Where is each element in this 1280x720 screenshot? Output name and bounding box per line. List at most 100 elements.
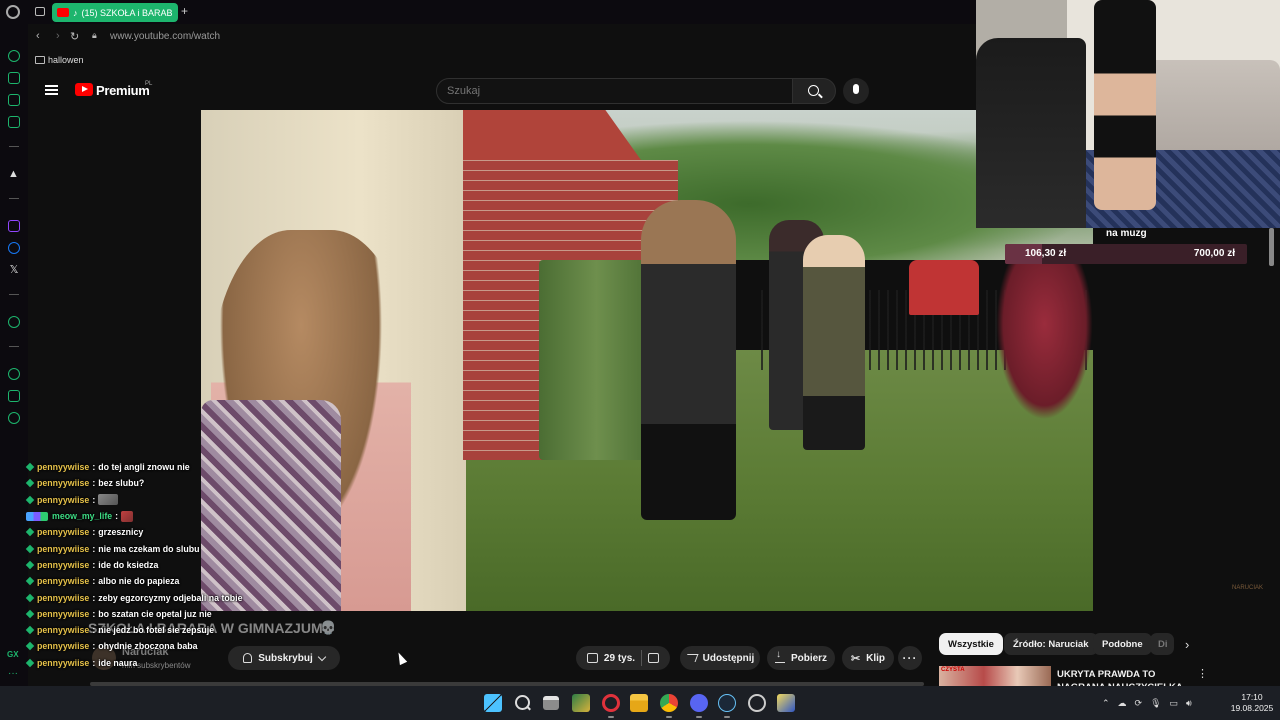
chat-text: nie jedz bo fotel sie zepsuje (98, 625, 215, 636)
thumbs-up-icon[interactable] (586, 653, 598, 663)
share-button[interactable]: Udostępnij (680, 646, 760, 670)
chat-separator: : (92, 576, 96, 587)
chip-all[interactable]: Wszystkie (939, 633, 1003, 655)
settings-gear-icon[interactable] (8, 412, 20, 424)
chat-username[interactable]: pennyywiise (37, 478, 89, 488)
chat-username[interactable]: pennyywiise (37, 527, 89, 537)
chat-badge-icon (25, 479, 35, 488)
clock-time: 17:10 (1241, 692, 1263, 702)
clip-button[interactable]: ✂ Klip (842, 646, 894, 670)
history-icon[interactable] (8, 368, 20, 380)
messenger-icon[interactable] (8, 242, 20, 254)
app-icon[interactable] (777, 694, 795, 712)
browser-tab-active[interactable]: ♪ (15) SZKOŁA i BARAB (52, 3, 178, 22)
onedrive-icon[interactable]: ☁ (1118, 698, 1127, 709)
chat-badge-icon (25, 576, 35, 586)
network-icon[interactable]: ▭ (1170, 698, 1179, 709)
lock-icon[interactable]: 🔒︎ (92, 30, 97, 41)
back-icon[interactable]: ‹ (36, 30, 40, 42)
opera-gx-logo-icon[interactable] (6, 5, 20, 19)
chip-truncated[interactable]: Di (1150, 633, 1174, 655)
chat-username[interactable]: pennyywiise (37, 495, 89, 505)
taskbar-clock[interactable]: 17:10 19.08.2025 (1228, 692, 1276, 714)
sync-icon[interactable]: ⟳ (1135, 698, 1143, 709)
browser-sidebar: ▲ 𝕏 GX ··· (0, 24, 28, 686)
more-actions-button[interactable]: ··· (898, 646, 922, 670)
windows-start-icon[interactable] (484, 694, 502, 712)
task-view-icon[interactable] (543, 696, 559, 710)
chip-source[interactable]: Źródło: Naruciak (1004, 633, 1098, 655)
chat-badge-icon (25, 495, 35, 504)
running-indicator (724, 716, 730, 718)
gx-cleaner-icon[interactable] (8, 94, 20, 106)
recommended-thumbnail[interactable]: CZYSTA (939, 666, 1051, 686)
sidebar-more-icon[interactable]: ··· (8, 668, 18, 679)
chat-username[interactable]: pennyywiise (37, 560, 89, 570)
thumbs-down-icon[interactable] (648, 653, 660, 663)
speaker-icon[interactable]: ♪ (73, 8, 78, 18)
download-button[interactable]: Pobierz (767, 646, 835, 670)
chevron-right-icon[interactable]: › (1185, 637, 1189, 652)
chip-similar[interactable]: Podobne (1093, 633, 1152, 655)
chat-username[interactable]: pennyywiise (37, 544, 89, 554)
new-tab-button[interactable]: + (181, 4, 188, 18)
twitch-icon[interactable] (8, 220, 20, 232)
thumbnail-text: CZYSTA (941, 667, 965, 673)
tab-title: (15) SZKOŁA i BARAB (81, 7, 173, 18)
reload-icon[interactable]: ↻ (70, 30, 79, 43)
search-button[interactable] (792, 78, 836, 104)
voice-search-button[interactable] (843, 78, 869, 104)
search-input[interactable] (447, 85, 747, 97)
url-field[interactable]: www.youtube.com/watch (110, 31, 220, 42)
opera-gx-icon[interactable] (602, 694, 620, 712)
chat-badge-icon (25, 609, 35, 619)
divider (641, 650, 643, 666)
steam-icon[interactable] (718, 694, 736, 712)
youtube-brand[interactable]: Premium (96, 83, 150, 98)
gx-label[interactable]: GX (7, 650, 19, 659)
chrome-icon[interactable] (660, 694, 678, 712)
search-icon (808, 85, 819, 96)
taskbar-search-icon[interactable] (514, 694, 532, 712)
volume-icon[interactable]: 🔊︎ (1186, 698, 1192, 709)
gx-control-icon[interactable] (8, 50, 20, 62)
chat-username[interactable]: meow_my_life (52, 511, 112, 521)
menu-hamburger-icon[interactable] (45, 85, 58, 95)
app-icon[interactable] (572, 694, 590, 712)
clock-date: 19.08.2025 (1230, 703, 1274, 713)
chat-message: pennyywiise: ide do ksiedza (25, 557, 346, 573)
recommended-title[interactable]: UKRYTA PRAWDA TO NAGRANA NAUCZYCIELKA (1057, 668, 1187, 686)
chat-username[interactable]: pennyywiise (37, 641, 89, 651)
bookmark-folder[interactable]: hallowen (48, 55, 84, 65)
microphone-icon[interactable]: 🎙︎ (1150, 698, 1161, 709)
chat-username[interactable]: pennyywiise (37, 462, 89, 472)
discord-icon[interactable] (690, 694, 708, 712)
player-icon[interactable] (8, 316, 20, 328)
chat-username[interactable]: pennyywiise (37, 593, 89, 603)
aria-icon[interactable]: ▲ (8, 168, 20, 180)
x-twitter-icon[interactable]: 𝕏 (8, 264, 20, 276)
clip-label: Klip (866, 652, 886, 664)
share-label: Udostępnij (702, 652, 755, 664)
chat-username[interactable]: pennyywiise (37, 576, 89, 586)
chat-badge-icon (25, 593, 35, 602)
workspaces-icon[interactable] (35, 7, 45, 16)
sidebar-scrollbar[interactable] (1269, 228, 1274, 266)
forward-icon[interactable]: › (56, 30, 60, 42)
kebab-menu-icon[interactable]: ⋮ (1197, 667, 1208, 680)
chat-username[interactable]: pennyywiise (37, 609, 89, 619)
chat-badge-icon (25, 528, 35, 537)
chat-username[interactable]: pennyywiise (37, 625, 89, 635)
region-label: PL (145, 81, 153, 87)
gx-corner-icon[interactable] (8, 72, 20, 84)
chevron-up-icon[interactable]: ⌃ (1102, 698, 1110, 709)
chat-message: pennyywiise: bez slubu? (25, 475, 346, 491)
settings-icon[interactable] (748, 694, 766, 712)
chat-username[interactable]: pennyywiise (37, 658, 89, 668)
file-explorer-icon[interactable] (630, 694, 648, 712)
youtube-logo-icon[interactable] (75, 83, 93, 96)
youtube-header: Premium PL (28, 72, 976, 110)
gx-player-icon[interactable] (8, 116, 20, 128)
extensions-icon[interactable] (8, 390, 20, 402)
like-count[interactable]: 29 tys. (604, 653, 635, 664)
